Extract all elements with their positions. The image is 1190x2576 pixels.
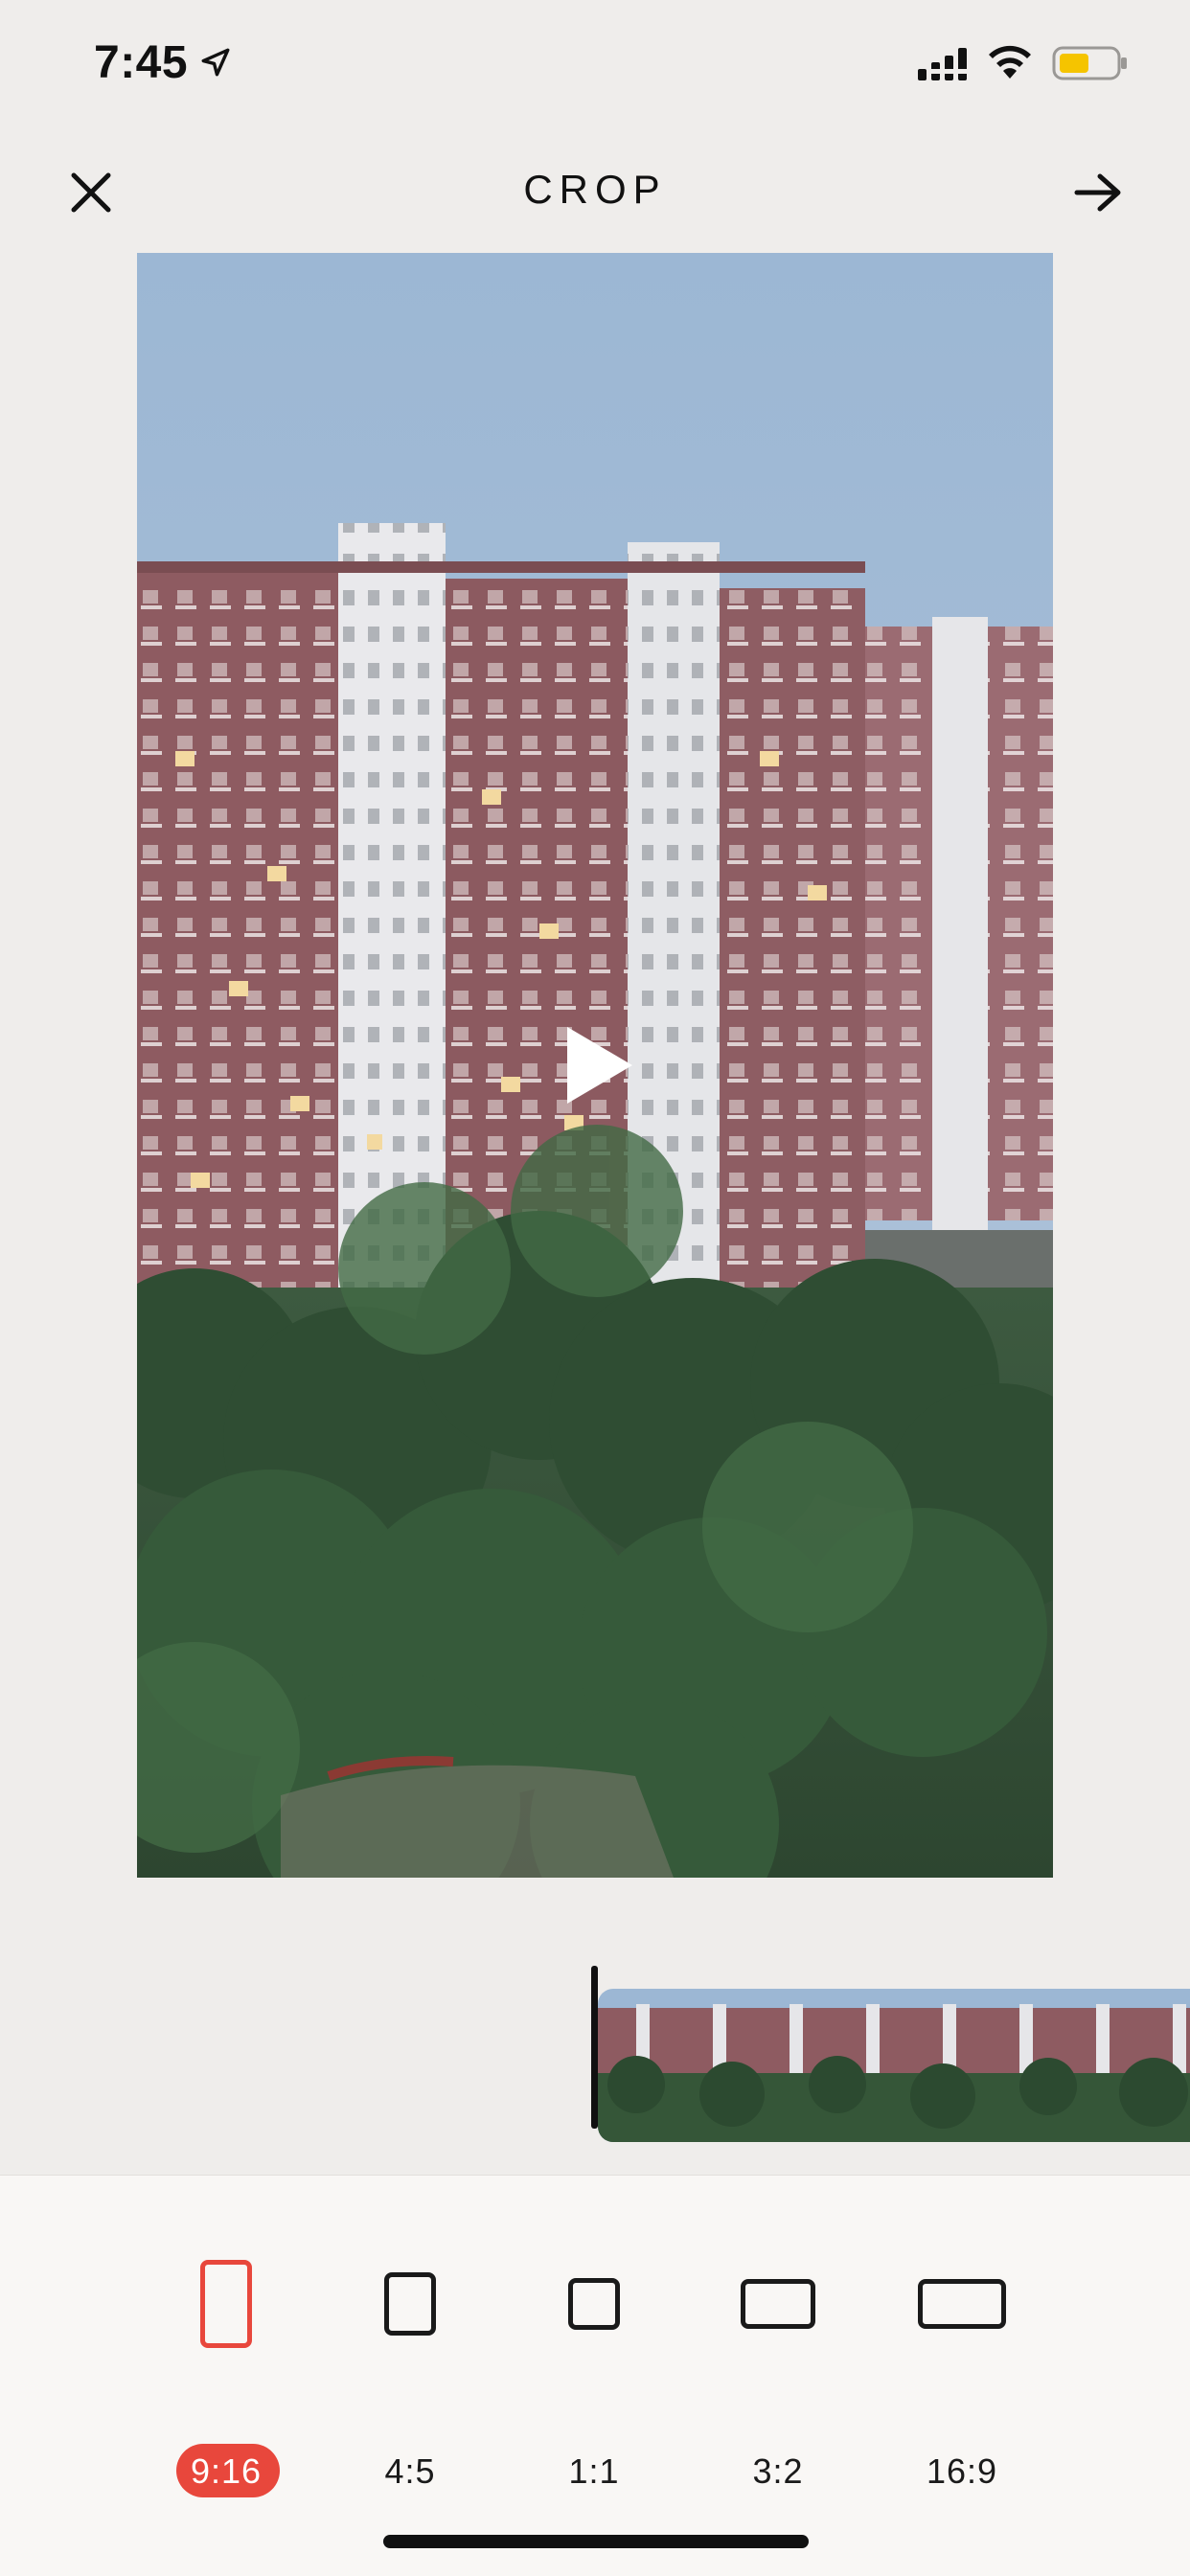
crop-ratio-panel: 9:16 4:5 1:1 3:2 16:9 — [0, 2175, 1190, 2576]
home-indicator[interactable] — [383, 2535, 809, 2548]
playhead[interactable] — [591, 1966, 598, 2129]
next-button[interactable] — [1065, 163, 1131, 222]
portrait-9-16-icon — [200, 2260, 252, 2348]
ratio-option-9-16[interactable]: 9:16 — [154, 2260, 298, 2497]
ratio-label: 3:2 — [752, 2451, 804, 2491]
play-icon[interactable] — [563, 1023, 636, 1107]
video-preview[interactable] — [137, 253, 1053, 1878]
status-bar: 7:45 — [0, 0, 1190, 134]
page-title: CROP — [523, 167, 667, 212]
status-time: 7:45 — [94, 37, 189, 88]
ratio-option-16-9[interactable]: 16:9 — [890, 2260, 1034, 2491]
timeline[interactable] — [0, 1954, 1190, 2142]
ratio-option-4-5[interactable]: 4:5 — [338, 2260, 482, 2491]
ratio-option-1-1[interactable]: 1:1 — [522, 2260, 666, 2491]
ratio-label: 1:1 — [568, 2451, 620, 2491]
filmstrip-frames — [598, 1989, 1190, 2142]
portrait-4-5-icon — [384, 2272, 436, 2336]
header: CROP — [0, 144, 1190, 239]
battery-icon — [1052, 46, 1127, 80]
square-1-1-icon — [568, 2278, 620, 2330]
ratio-label: 4:5 — [384, 2451, 436, 2491]
ratio-label: 16:9 — [926, 2451, 998, 2491]
cellular-signal-icon — [918, 48, 967, 80]
landscape-16-9-icon — [918, 2279, 1006, 2329]
landscape-3-2-icon — [741, 2279, 815, 2329]
wifi-icon — [989, 45, 1031, 79]
ratio-label: 9:16 — [190, 2451, 263, 2491]
location-arrow-icon — [201, 48, 230, 77]
arrow-right-icon — [1074, 173, 1121, 212]
ratio-option-3-2[interactable]: 3:2 — [706, 2260, 850, 2491]
filmstrip[interactable] — [598, 1989, 1190, 2142]
